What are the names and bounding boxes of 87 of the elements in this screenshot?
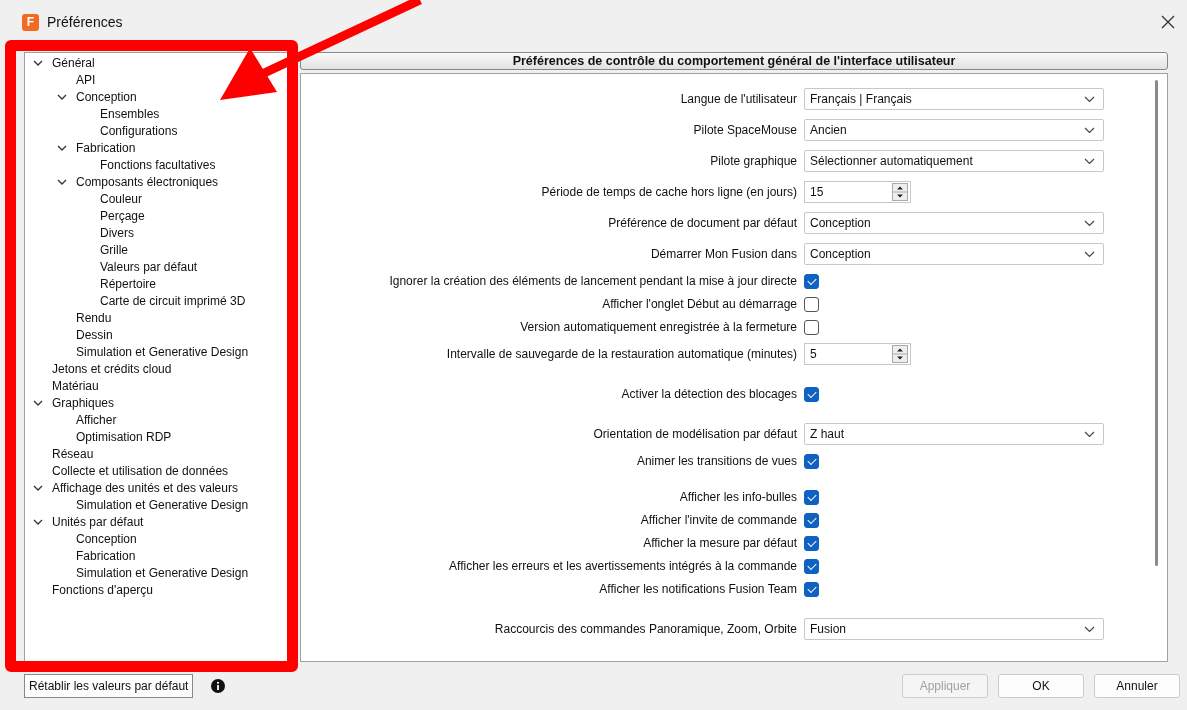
caret-icon (1084, 126, 1095, 134)
setting-label: Préférence de document par défaut (607, 216, 798, 231)
tree-item[interactable]: Rendu (76, 310, 112, 326)
setting-label: Afficher l'onglet Début au démarrage (601, 297, 798, 312)
tree-item[interactable]: Valeurs par défaut (100, 259, 198, 275)
tree-item[interactable]: Général (52, 55, 95, 71)
tree-item[interactable]: Fabrication (76, 140, 136, 156)
setting-label: Afficher la mesure par défaut (642, 536, 798, 551)
checkbox[interactable] (804, 386, 819, 402)
window-title: Préférences (47, 14, 124, 31)
number-field[interactable]: 5 (804, 343, 911, 366)
setting-label: Activer la détection des blocages (620, 387, 798, 402)
tree-item[interactable]: Configurations (100, 123, 178, 139)
tree-item[interactable]: Simulation et Generative Design (76, 497, 249, 513)
setting-label: Période de temps de cache hors ligne (en jours) (540, 185, 798, 200)
checkbox[interactable] (804, 296, 819, 312)
tree-item[interactable]: Optimisation RDP (76, 429, 172, 445)
tree-item[interactable]: Dessin (76, 327, 113, 343)
setting-label: Intervalle de sauvegarde de la restauration automatique (minutes) (445, 347, 798, 362)
tree-item[interactable]: Conception (76, 89, 137, 105)
tree-item[interactable]: Simulation et Generative Design (76, 565, 249, 581)
caret-icon (1084, 95, 1095, 103)
caret-icon (1084, 625, 1095, 633)
setting-label: Pilote graphique (709, 154, 798, 169)
dialog-button[interactable]: OK (998, 673, 1084, 698)
tree-item[interactable]: Fonctions facultatives (100, 157, 216, 173)
tree-item[interactable]: Répertoire (100, 276, 157, 292)
tree-item[interactable]: Couleur (100, 191, 143, 207)
info-icon[interactable] (211, 678, 226, 693)
setting-label: Version automatiquement enregistrée à la fermeture (519, 320, 798, 335)
tree-item[interactable]: Graphiques (52, 395, 115, 411)
checkbox[interactable] (804, 453, 819, 469)
dropdown[interactable]: Conception (804, 243, 1104, 266)
tree-item[interactable]: Grille (100, 242, 128, 258)
checkbox[interactable] (804, 512, 819, 528)
dropdown[interactable]: Sélectionner automatiquement (804, 150, 1104, 173)
tree-item[interactable]: API (76, 72, 96, 88)
setting-label: Animer les transitions de vues (635, 454, 798, 469)
tree-item[interactable]: Composants électroniques (76, 174, 219, 190)
dialog-button[interactable]: Annuler (1094, 673, 1180, 698)
setting-label: Afficher l'invite de commande (639, 513, 798, 528)
tree-item[interactable]: Unités par défaut (52, 514, 144, 530)
tree-item[interactable]: Matériau (52, 378, 99, 394)
setting-label: Démarrer Mon Fusion dans (649, 247, 798, 262)
tree-item[interactable]: Carte de circuit imprimé 3D (100, 293, 246, 309)
checkbox[interactable] (804, 273, 819, 289)
setting-label: Orientation de modélisation par défaut (592, 427, 798, 442)
caret-icon (1084, 157, 1095, 165)
setting-label: Pilote SpaceMouse (692, 123, 798, 138)
checkbox[interactable] (804, 319, 819, 335)
tree-item[interactable]: Simulation et Generative Design (76, 344, 249, 360)
checkbox[interactable] (804, 535, 819, 551)
tree-item[interactable]: Réseau (52, 446, 94, 462)
setting-label: Ignorer la création des éléments de lancement pendant la mise à jour directe (388, 274, 798, 289)
setting-label: Afficher les erreurs et les avertissements intégrés à la commande (448, 559, 798, 574)
tree-item[interactable]: Jetons et crédits cloud (52, 361, 172, 377)
dropdown[interactable]: Français | Français (804, 88, 1104, 111)
tree-item[interactable]: Affichage des unités et des valeurs (52, 480, 238, 496)
tree-item[interactable]: Collecte et utilisation de données (52, 463, 229, 479)
setting-label: Afficher les info-bulles (678, 490, 798, 505)
dropdown[interactable]: Fusion (804, 618, 1104, 641)
dropdown[interactable]: Ancien (804, 119, 1104, 142)
close-icon[interactable] (1161, 15, 1175, 30)
spinner-icon[interactable] (892, 345, 908, 364)
caret-icon (1084, 250, 1095, 258)
tree-item[interactable]: Perçage (100, 208, 145, 224)
checkbox[interactable] (804, 558, 819, 574)
number-field[interactable]: 15 (804, 181, 911, 204)
tree-item[interactable]: Fonctions d'aperçu (52, 582, 153, 598)
checkbox[interactable] (804, 489, 819, 505)
tree-item[interactable]: Divers (100, 225, 134, 241)
checkbox[interactable] (804, 581, 819, 597)
spinner-icon[interactable] (892, 183, 908, 202)
tree-item[interactable]: Afficher (76, 412, 117, 428)
setting-label: Raccourcis des commandes Panoramique, Zoom, Orbite (493, 622, 798, 637)
reset-defaults-button[interactable]: Rétablir les valeurs par défaut (24, 673, 194, 698)
app-logo: F (22, 13, 39, 31)
dropdown[interactable]: Z haut (804, 423, 1104, 446)
panel-header: Préférences de contrôle du comportement général de l'interface utilisateur (300, 51, 1168, 70)
caret-icon (1084, 430, 1095, 438)
setting-label: Langue de l'utilisateur (679, 92, 798, 107)
tree-item[interactable]: Ensembles (100, 106, 160, 122)
dropdown[interactable]: Conception (804, 212, 1104, 235)
setting-label: Afficher les notifications Fusion Team (598, 582, 798, 597)
caret-icon (1084, 219, 1095, 227)
tree-item[interactable]: Conception (76, 531, 137, 547)
tree-item[interactable]: Fabrication (76, 548, 136, 564)
